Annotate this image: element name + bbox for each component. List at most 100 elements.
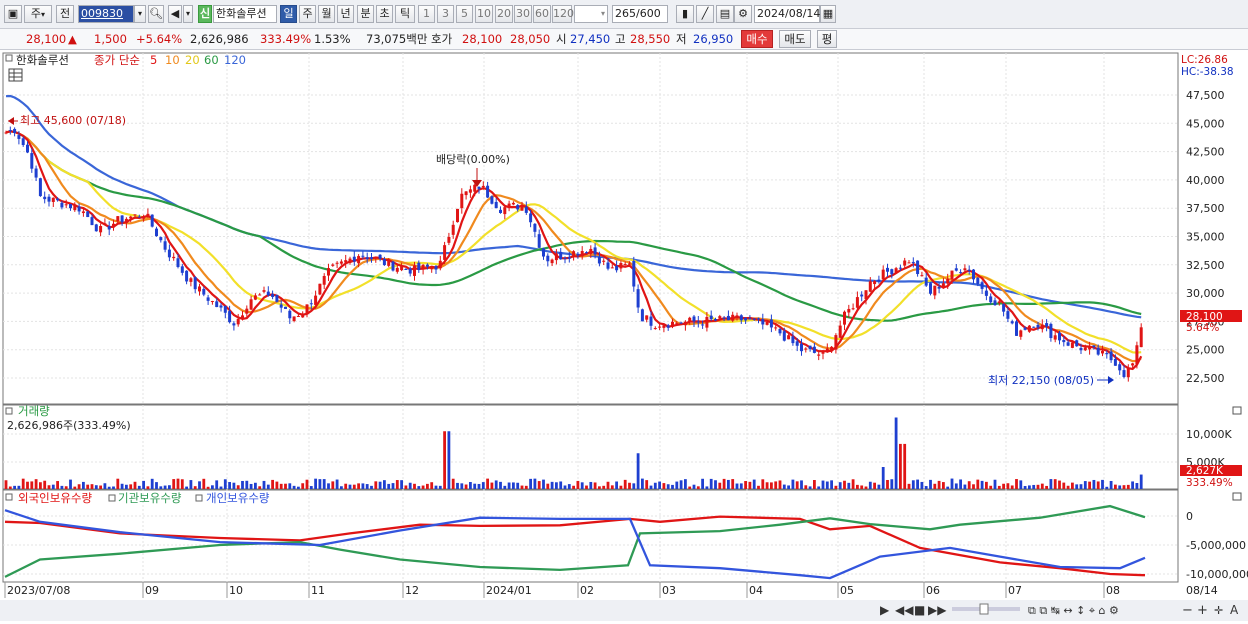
low-label: 저 <box>676 32 687 46</box>
interval-custom-select[interactable]: ▾ <box>574 5 608 23</box>
x-axis-label: 04 <box>749 584 763 597</box>
low-price: 26,950 <box>693 32 734 46</box>
buy-button[interactable]: 매수 <box>741 30 773 48</box>
tab-year[interactable]: 년 <box>337 5 354 23</box>
tab-month[interactable]: 월 <box>318 5 335 23</box>
table-icon[interactable] <box>8 68 23 82</box>
low-annotation: 최저 22,150 (08/05) <box>988 374 1094 387</box>
tab-day[interactable]: 일 <box>280 5 297 23</box>
interval-20[interactable]: 20 <box>495 5 513 23</box>
stock-name: 한화솔루션 <box>213 5 277 23</box>
code-dropdown-icon[interactable]: ▾ <box>134 5 146 23</box>
chart-canvas[interactable]: 47,500 45,000 42,500 40,000 37,500 35,000 32,5… <box>0 51 1248 621</box>
x-axis-label: 02 <box>580 584 594 597</box>
interval-3[interactable]: 3 <box>437 5 454 23</box>
zoom-out-icon[interactable]: − <box>1182 603 1193 618</box>
calendar-icon[interactable]: ▦ <box>820 5 836 23</box>
x-axis-label: 09 <box>145 584 159 597</box>
x-axis-end-label: 08/14 <box>1186 584 1218 597</box>
ma-120-label: 120 <box>224 53 246 67</box>
price-y-tick: 45,000 <box>1186 117 1225 130</box>
date-input[interactable]: 2024/08/14 <box>754 5 820 23</box>
price-y-tick: 30,000 <box>1186 287 1225 300</box>
trade-value: 73,075백만 <box>366 32 428 46</box>
volume-last-pct: 333.49% <box>1186 477 1233 489</box>
fast-forward-icon[interactable]: ▶▶ <box>928 603 947 617</box>
layout-icon[interactable]: ▣ <box>4 5 22 23</box>
volume-panel-frame <box>2 404 1179 490</box>
open-label: 시 <box>556 32 567 46</box>
speaker-dropdown-icon[interactable]: ▾ <box>183 5 193 23</box>
candle-icon[interactable]: ▮ <box>676 5 694 23</box>
scroll-right-icon[interactable]: ▶ <box>880 603 890 617</box>
price-change: 1,500 <box>94 32 127 46</box>
holder-panel-close-icon[interactable] <box>1232 492 1242 501</box>
high-annotation: 최고 45,600 (07/18) <box>20 114 126 127</box>
tab-minute[interactable]: 분 <box>357 5 374 23</box>
stock-code-input[interactable]: 009830 <box>78 5 134 23</box>
change-arrow: ▲ <box>68 32 77 46</box>
ma-5-label: 5 <box>150 53 157 67</box>
x-axis-label: 11 <box>311 584 325 597</box>
count-max: /600 <box>636 7 661 20</box>
holder-y-tick: 0 <box>1186 510 1193 523</box>
x-axis-label: 07 <box>1008 584 1022 597</box>
tab-week[interactable]: 주 <box>299 5 316 23</box>
ma-20-label: 20 <box>185 53 200 67</box>
save-icon[interactable]: ▤ <box>716 5 734 23</box>
interval-1[interactable]: 1 <box>418 5 435 23</box>
draw-tool-icon[interactable]: ╱ <box>696 5 714 23</box>
volume-panel-close-icon[interactable] <box>1232 406 1242 415</box>
x-axis-label: 12 <box>405 584 419 597</box>
last-change-tag-text: 5.64% <box>1186 322 1219 334</box>
x-axis-label: 2023/07/08 <box>7 584 70 597</box>
volume-title: 거래량 <box>18 404 50 418</box>
text-tool-icon[interactable]: A <box>1230 603 1239 617</box>
new-badge: 신 <box>198 5 212 23</box>
zoom-slider-handle[interactable] <box>979 603 989 615</box>
chart-area[interactable]: 47,500 45,000 42,500 40,000 37,500 35,000 32,5… <box>0 51 1248 621</box>
interval-120[interactable]: 120 <box>552 5 574 23</box>
price-y-tick: 32,500 <box>1186 259 1225 272</box>
hc-label: HC:-38.38 <box>1181 66 1234 78</box>
tab-tick[interactable]: 틱 <box>395 5 415 23</box>
ma-title: 종가 단순 <box>94 53 140 67</box>
volume-last-tag-text: 2,627K <box>1186 465 1224 477</box>
individual-holdings-label: 개인보유수량 <box>206 491 270 505</box>
volume-ratio: 333.49% <box>260 32 312 46</box>
ma-10-label: 10 <box>165 53 180 67</box>
interval-5[interactable]: 5 <box>456 5 473 23</box>
price-y-tick: 35,000 <box>1186 231 1225 244</box>
x-axis-label: 10 <box>229 584 243 597</box>
tab-second[interactable]: 초 <box>376 5 393 23</box>
rewind-icon[interactable]: ◀◀ <box>895 603 914 617</box>
price-y-tick: 25,000 <box>1186 344 1225 357</box>
gear-icon[interactable]: ⚙ <box>734 5 752 23</box>
count-display[interactable]: 265/600 <box>612 5 668 23</box>
interval-30[interactable]: 30 <box>514 5 532 23</box>
search-icon[interactable]: 🔍︎ <box>148 5 164 23</box>
price-y-tick: 47,500 <box>1186 89 1225 102</box>
speaker-icon[interactable]: ◀ <box>168 5 182 23</box>
hoga-label: 호가 <box>431 32 453 46</box>
chart-tools-icons[interactable]: ⧉ ⧉ ↹ ↔ ↕ ⌖ ⌂ ⚙ <box>1028 604 1119 617</box>
prev-button[interactable]: 전 <box>56 5 74 23</box>
stop-icon[interactable]: ■ <box>914 603 925 617</box>
sell-button[interactable]: 매도 <box>779 30 811 48</box>
toolbar: ▣ 주▾ 전 009830 ▾ 🔍︎ ◀ ▾ 신 한화솔루션 일 주 월 년 분… <box>0 0 1248 29</box>
current-price: 28,100 <box>26 32 67 46</box>
holder-y-tick: -5,000,000 <box>1186 539 1246 552</box>
y-axis-ticks: 47,500 45,000 42,500 40,000 37,500 35,000 32,5… <box>1186 89 1248 581</box>
crosshair-icon[interactable]: ✛ <box>1214 604 1223 617</box>
period-select-value: 주 <box>30 7 42 20</box>
period-select[interactable]: 주▾ <box>24 5 52 23</box>
interval-10[interactable]: 10 <box>475 5 493 23</box>
interval-60[interactable]: 60 <box>533 5 551 23</box>
price-panel-frame <box>2 52 1179 405</box>
zoom-in-icon[interactable]: + <box>1197 603 1208 618</box>
x-axis-label: 2024/01 <box>486 584 532 597</box>
price-y-tick: 40,000 <box>1186 174 1225 187</box>
evaluate-button[interactable]: 평 <box>817 30 837 48</box>
volume-value: 2,626,986 <box>190 32 249 46</box>
price-change-pct: +5.64% <box>136 32 183 46</box>
